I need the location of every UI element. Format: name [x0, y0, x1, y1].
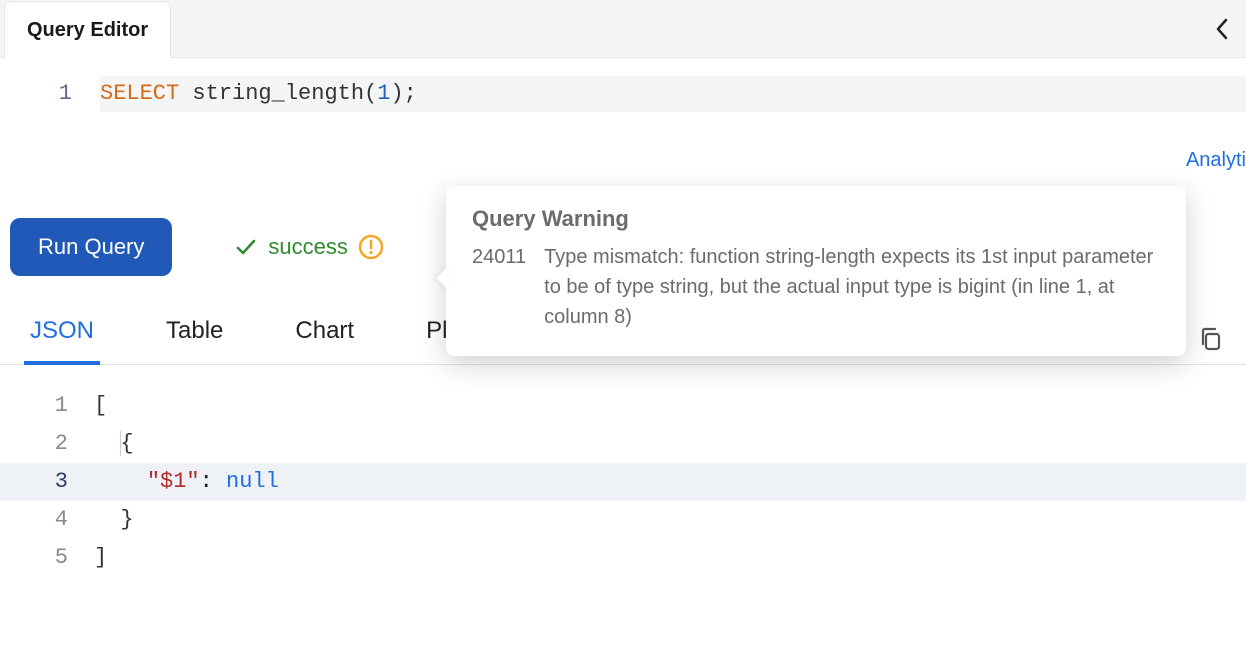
copy-button[interactable]: [1198, 326, 1222, 352]
token-bracket: ]: [94, 545, 107, 570]
status-text: success: [268, 234, 347, 260]
tab-chart[interactable]: Chart: [289, 307, 360, 365]
json-line: 3 "$1": null: [0, 463, 1246, 501]
json-result-viewer[interactable]: 1 [ 2 { 3 "$1": null 4 } 5 ]: [0, 365, 1246, 599]
token-keyword: SELECT: [100, 81, 179, 106]
query-status: success: [234, 234, 383, 260]
line-number: 3: [0, 463, 90, 501]
popover-title: Query Warning: [472, 206, 1160, 232]
token-number: 1: [377, 81, 390, 106]
chevron-left-icon: [1215, 18, 1229, 40]
token-punct: );: [390, 81, 416, 106]
token-brace: {: [120, 431, 133, 456]
tab-json[interactable]: JSON: [24, 307, 100, 365]
warning-code: 24011: [472, 242, 526, 332]
warning-icon[interactable]: [358, 234, 384, 260]
copy-icon: [1198, 326, 1222, 352]
token-call: string_length(: [179, 81, 377, 106]
collapse-panel-button[interactable]: [1208, 15, 1236, 43]
line-number: 1: [0, 387, 90, 425]
token-brace: }: [120, 507, 133, 532]
line-number: 2: [0, 425, 90, 463]
tab-query-editor[interactable]: Query Editor: [4, 1, 171, 59]
json-line: 4 }: [0, 501, 1246, 539]
code-line: 1 SELECT string_length(1);: [0, 76, 1246, 112]
json-line: 2 {: [0, 425, 1246, 463]
query-warning-popover: Query Warning 24011 Type mismatch: funct…: [446, 186, 1186, 356]
tab-table[interactable]: Table: [160, 307, 229, 365]
run-query-button[interactable]: Run Query: [10, 218, 172, 276]
token-sep: :: [200, 469, 226, 494]
editor-tabstrip: Query Editor: [0, 0, 1246, 58]
json-line: 1 [: [0, 387, 1246, 425]
token-key: "$1": [147, 469, 200, 494]
line-number: 4: [0, 501, 90, 539]
token-bracket: [: [94, 393, 107, 418]
line-number: 1: [0, 76, 100, 112]
code-content[interactable]: SELECT string_length(1);: [100, 76, 1246, 112]
warning-message: Type mismatch: function string-length ex…: [544, 242, 1160, 332]
run-toolbar: Run Query success Query Warning 24011 Ty…: [0, 218, 1246, 300]
token-null: null: [226, 469, 279, 494]
line-number: 5: [0, 539, 90, 577]
json-line: 5 ]: [0, 539, 1246, 577]
tab-label: Query Editor: [27, 19, 148, 42]
check-icon: [234, 235, 258, 259]
analytics-link[interactable]: Analyti: [1186, 149, 1246, 172]
